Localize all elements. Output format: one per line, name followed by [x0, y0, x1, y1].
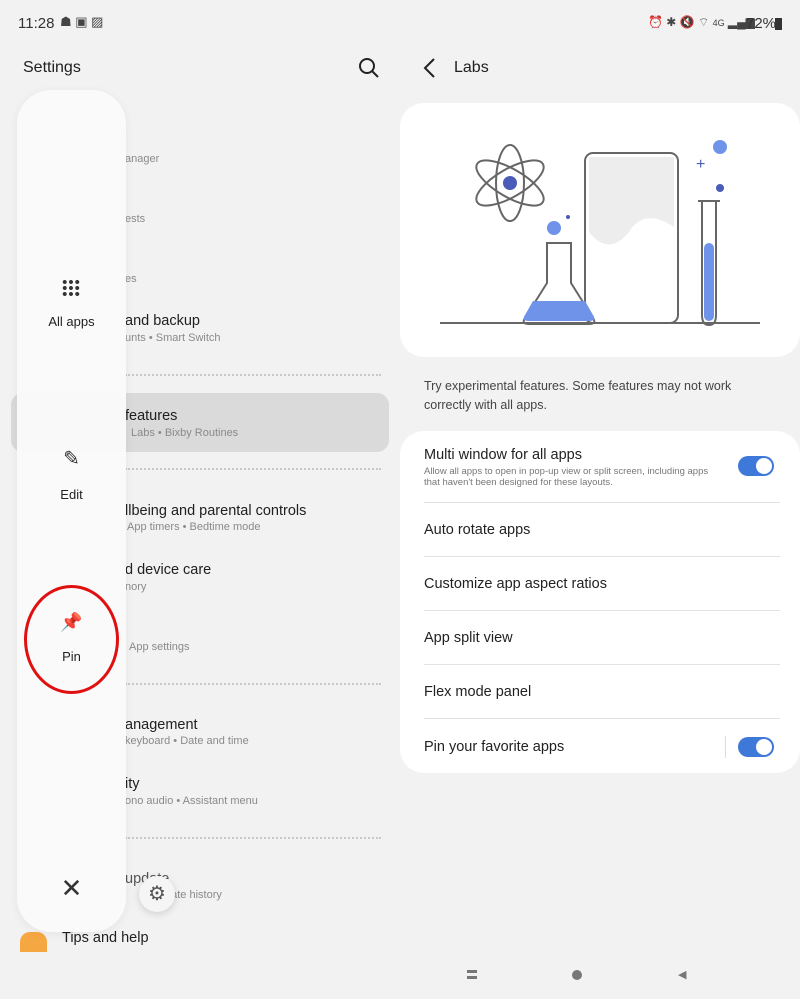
- item-sub: Labs • Bixby Routines: [131, 427, 239, 439]
- battery-icon: [775, 18, 782, 30]
- back-chevron-icon[interactable]: [422, 57, 438, 79]
- grid-icon: ••• ••• •••: [62, 274, 81, 303]
- settings-sub: es: [125, 273, 137, 285]
- status-icons: ⏰ ✱ 🔇 ⌔ 4G ▂▄▆: [648, 15, 755, 29]
- divider: [125, 683, 381, 685]
- item-title: ity: [125, 776, 140, 792]
- pin-apps-toggle[interactable]: [738, 737, 774, 757]
- settings-sub: ests: [125, 213, 146, 225]
- all-apps-label: All apps: [48, 314, 95, 329]
- option-auto-rotate[interactable]: Auto rotate apps: [424, 522, 530, 538]
- close-icon[interactable]: ✕: [17, 873, 126, 904]
- status-time: 11:28: [18, 15, 55, 32]
- divider: [424, 502, 780, 503]
- gear-icon[interactable]: ⚙: [139, 876, 175, 912]
- item-sub: keyboard • Date and time: [125, 735, 249, 747]
- pencil-icon: ✎: [63, 448, 80, 470]
- option-sub: Allow all apps to open in pop-up view or…: [424, 466, 709, 488]
- item-title: and backup: [125, 313, 200, 329]
- divider: [424, 718, 780, 719]
- labs-illustration: +: [440, 140, 760, 327]
- divider: [125, 374, 381, 376]
- divider: [125, 837, 381, 839]
- recents-button[interactable]: [467, 970, 477, 979]
- option-label: Multi window for all apps: [424, 447, 582, 463]
- edit-label: Edit: [60, 487, 83, 502]
- settings-title: Settings: [23, 59, 81, 76]
- labs-illustration-card: +: [400, 103, 800, 357]
- labs-title: Labs: [454, 59, 489, 76]
- back-button[interactable]: ◀: [678, 968, 686, 981]
- divider: [424, 556, 780, 557]
- item-sub: ono audio • Assistant menu: [125, 795, 258, 807]
- option-pin-favorite-apps[interactable]: Pin your favorite apps: [424, 739, 564, 755]
- item-title: Tips and help: [62, 930, 149, 946]
- item-sub: App timers • Bedtime mode: [127, 521, 261, 533]
- settings-sub: anager: [125, 153, 160, 165]
- separator: [725, 736, 726, 758]
- item-sub: nory: [125, 581, 147, 593]
- item-title: llbeing and parental controls: [125, 503, 307, 519]
- svg-text:+: +: [696, 156, 705, 173]
- option-flex-mode-panel[interactable]: Flex mode panel: [424, 684, 531, 700]
- all-apps-button[interactable]: ••• ••• ••• All apps: [17, 274, 126, 329]
- divider: [125, 468, 381, 470]
- highlight-circle: [24, 585, 119, 694]
- battery-percent: 72%: [746, 15, 777, 32]
- network-label: 4G: [712, 18, 725, 28]
- notification-icons: ☗ ▣ ▨: [60, 14, 104, 29]
- item-sub: unts • Smart Switch: [125, 332, 221, 344]
- settings-item-apps[interactable]: App settings: [129, 641, 190, 653]
- item-title: anagement: [125, 717, 198, 733]
- tips-icon: [20, 932, 47, 952]
- divider: [424, 664, 780, 665]
- item-title: features: [125, 408, 178, 424]
- edit-button[interactable]: ✎ Edit: [17, 446, 126, 502]
- labs-options-card: Multi window for all apps Allow all apps…: [400, 431, 800, 773]
- option-app-split-view[interactable]: App split view: [424, 630, 513, 646]
- labs-description: Try experimental features. Some features…: [424, 379, 732, 412]
- item-title: d device care: [125, 562, 212, 578]
- option-aspect-ratios[interactable]: Customize app aspect ratios: [424, 576, 607, 592]
- divider: [424, 610, 780, 611]
- edge-panel: ••• ••• ••• All apps ✎ Edit 📌 Pin ✕: [17, 90, 126, 932]
- home-button[interactable]: [572, 970, 582, 980]
- search-icon[interactable]: [358, 57, 380, 79]
- multi-window-toggle[interactable]: [738, 456, 774, 476]
